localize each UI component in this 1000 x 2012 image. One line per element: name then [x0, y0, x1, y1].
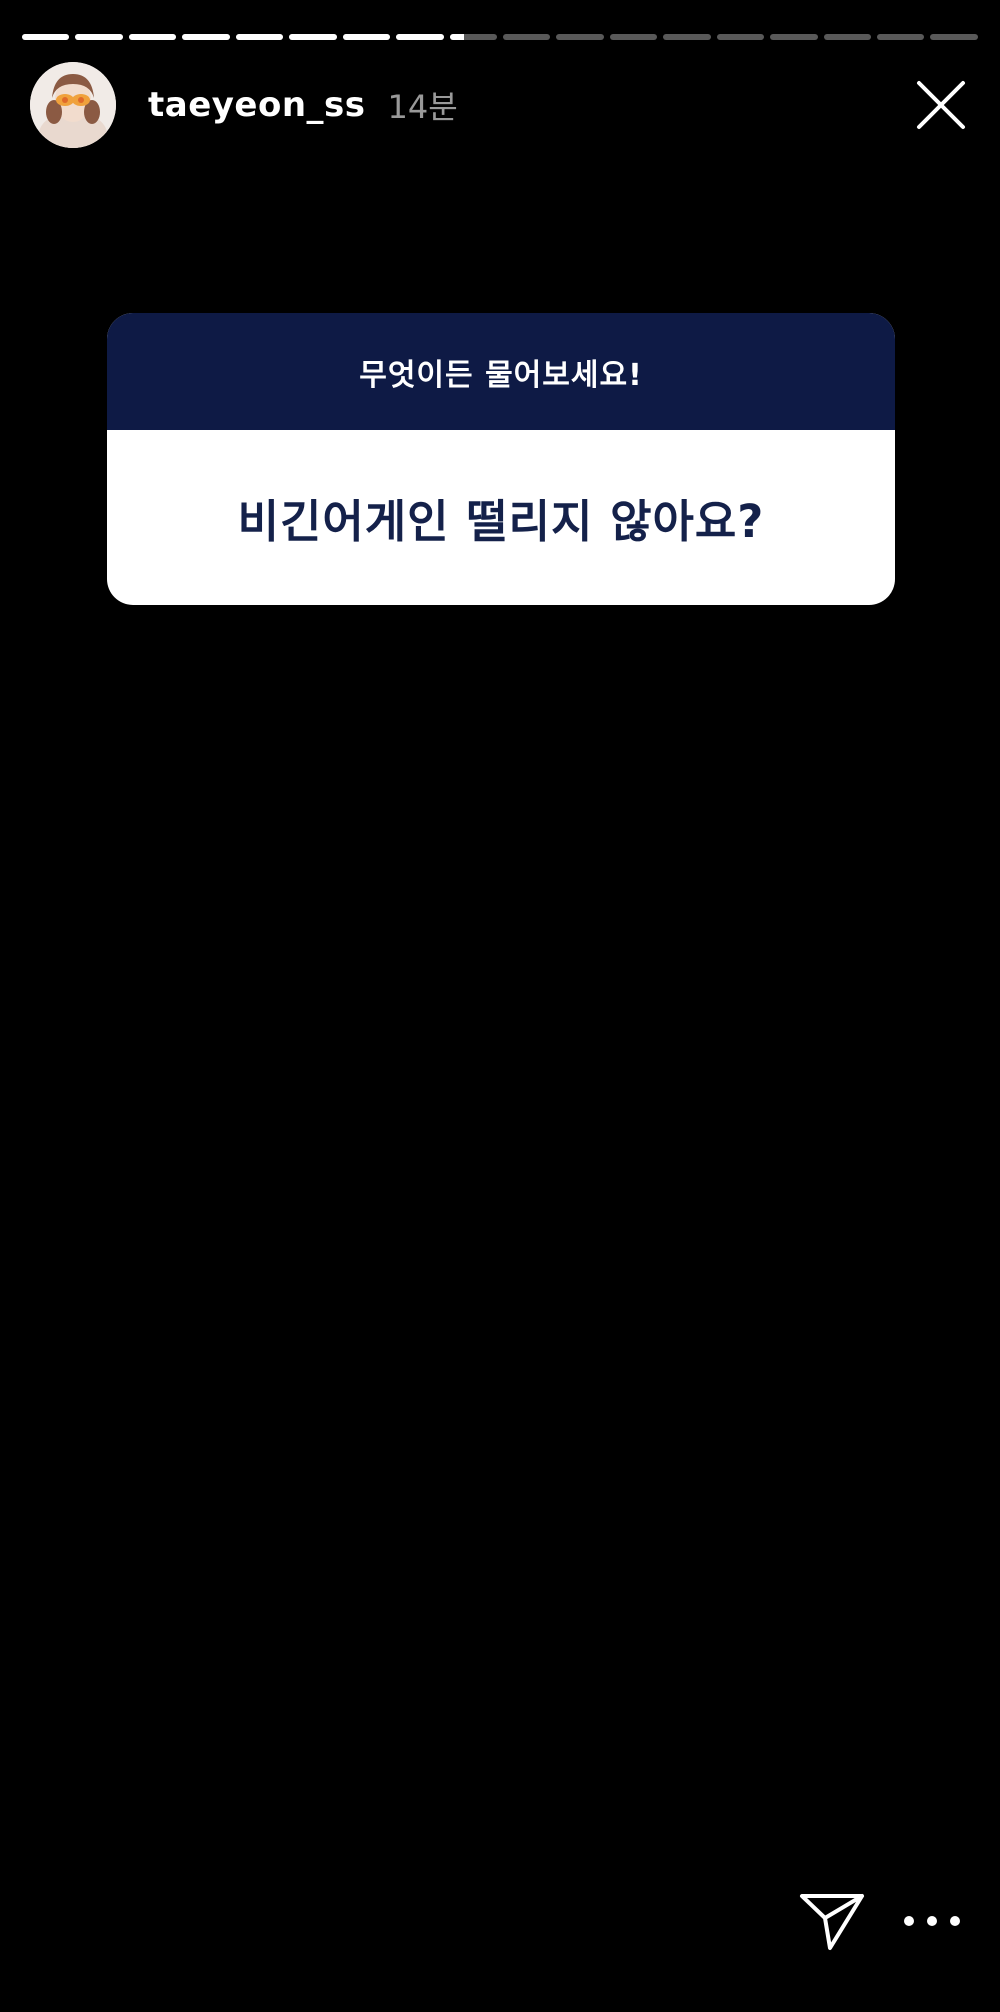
progress-segment-fill: [289, 34, 337, 40]
username[interactable]: taeyeon_ss: [148, 85, 366, 125]
question-sticker-body: 비긴어게인 떨리지 않아요?: [107, 430, 895, 605]
progress-segment: [716, 34, 765, 40]
send-icon: [800, 1894, 864, 1950]
progress-segment: [609, 34, 658, 40]
story-progress-bar: [22, 34, 978, 40]
progress-segment: [342, 34, 391, 40]
question-sticker[interactable]: 무엇이든 물어보세요! 비긴어게인 떨리지 않아요?: [107, 313, 895, 605]
progress-segment: [22, 34, 70, 40]
more-options-icon: [904, 1916, 914, 1926]
question-text: 비긴어게인 떨리지 않아요?: [237, 495, 765, 548]
story-footer: [798, 1890, 960, 1952]
progress-segment: [877, 34, 925, 40]
progress-segment: [663, 34, 711, 40]
progress-segment-fill: [22, 34, 70, 40]
progress-segment: [770, 34, 818, 40]
progress-segment: [930, 34, 978, 40]
close-icon: [917, 81, 965, 129]
progress-segment-fill: [449, 34, 464, 40]
progress-segment-fill: [235, 34, 284, 40]
more-options-button[interactable]: [904, 1911, 960, 1931]
progress-segment: [396, 34, 444, 40]
progress-segment: [235, 34, 284, 40]
close-button[interactable]: [914, 78, 968, 132]
progress-segment-fill: [75, 34, 123, 40]
question-prompt: 무엇이든 물어보세요!: [359, 357, 643, 393]
post-timestamp: 14분: [387, 88, 458, 126]
more-options-icon: [950, 1916, 960, 1926]
progress-segment: [128, 34, 177, 40]
question-sticker-header: 무엇이든 물어보세요!: [107, 313, 895, 430]
progress-segment: [502, 34, 551, 40]
avatar-image: [30, 62, 116, 148]
progress-segment-fill: [396, 34, 444, 40]
profile-avatar[interactable]: [30, 62, 116, 148]
send-button[interactable]: [798, 1890, 866, 1952]
progress-segment: [449, 34, 497, 40]
progress-segment: [289, 34, 337, 40]
progress-segment-fill: [182, 34, 230, 40]
progress-segment-fill: [342, 34, 391, 40]
progress-segment: [182, 34, 230, 40]
progress-segment: [823, 34, 871, 40]
progress-segment-fill: [128, 34, 177, 40]
story-header: taeyeon_ss 14분: [30, 60, 970, 150]
more-options-icon: [927, 1916, 937, 1926]
progress-segment: [75, 34, 123, 40]
progress-segment: [556, 34, 604, 40]
